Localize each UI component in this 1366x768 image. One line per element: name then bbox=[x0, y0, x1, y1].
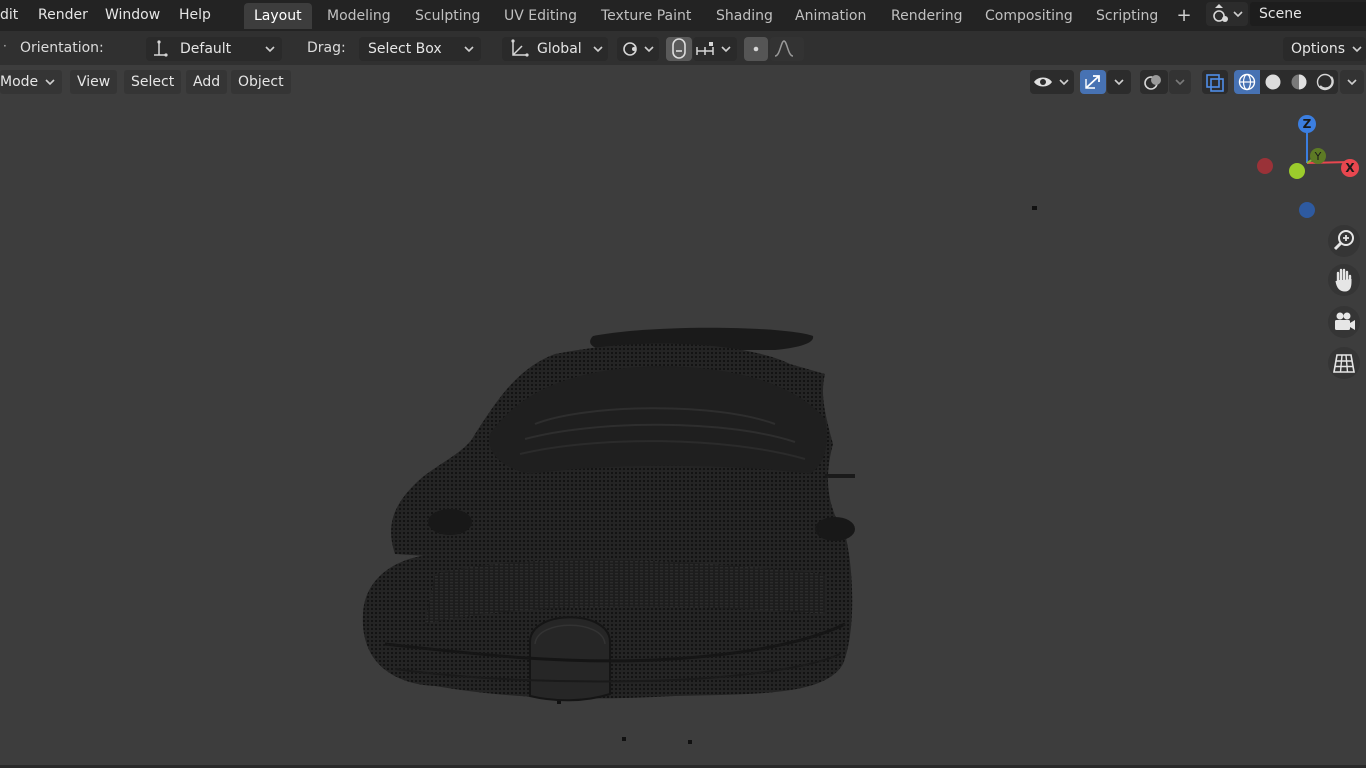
gizmo-dropdown[interactable] bbox=[1107, 70, 1131, 94]
z-axis-label: Z bbox=[1303, 117, 1312, 131]
tab-rendering[interactable]: Rendering bbox=[881, 3, 973, 29]
scene-selector-button[interactable] bbox=[1206, 2, 1248, 26]
orientation-label: Orientation: bbox=[20, 40, 104, 56]
y-axis-label: Y bbox=[1314, 150, 1322, 163]
chevron-down-icon bbox=[593, 46, 603, 53]
chevron-down-icon bbox=[1175, 79, 1185, 86]
add-workspace-button[interactable]: + bbox=[1174, 3, 1194, 29]
scene-name-field[interactable]: Scene bbox=[1250, 2, 1366, 26]
proportional-editing-toggle[interactable] bbox=[744, 37, 768, 61]
shading-mode-group bbox=[1234, 70, 1338, 94]
gizmo-toggle[interactable] bbox=[1080, 70, 1106, 94]
overlays-dropdown[interactable] bbox=[1169, 70, 1191, 94]
solid-sphere-icon bbox=[1265, 74, 1281, 90]
axes-icon bbox=[511, 39, 529, 57]
transform-orientation-value: Global bbox=[537, 41, 582, 57]
zoom-button[interactable] bbox=[1328, 225, 1360, 257]
drag-dropdown[interactable]: Select Box bbox=[359, 37, 481, 61]
link-icon bbox=[623, 42, 654, 56]
chevron-down-icon bbox=[1352, 46, 1362, 53]
shading-dropdown[interactable] bbox=[1340, 70, 1364, 94]
gizmo-icon bbox=[1085, 75, 1100, 89]
eye-icon bbox=[1034, 77, 1069, 87]
mode-dropdown[interactable]: Mode bbox=[0, 70, 62, 94]
tab-uv-editing[interactable]: UV Editing bbox=[494, 3, 587, 29]
menu-add[interactable]: Add bbox=[186, 70, 228, 94]
menu-help[interactable]: Help bbox=[179, 4, 211, 26]
chevron-down-icon bbox=[1114, 79, 1124, 86]
navigation-gizmo[interactable]: Y Z X bbox=[1246, 107, 1366, 227]
chevron-down-icon bbox=[1347, 79, 1357, 86]
tab-compositing[interactable]: Compositing bbox=[975, 3, 1083, 29]
stray-vertex bbox=[688, 740, 692, 744]
viewport-header: Mode View Select Add Object bbox=[0, 65, 1366, 99]
menu-edit[interactable]: dit bbox=[0, 4, 18, 26]
stray-vertex bbox=[622, 737, 626, 741]
drag-label: Drag: bbox=[307, 40, 346, 56]
wireframe-shading-button[interactable] bbox=[1234, 70, 1260, 94]
overlays-icon bbox=[1144, 75, 1161, 90]
snap-increment-icon bbox=[696, 42, 731, 55]
magnet-icon bbox=[672, 38, 686, 59]
rendered-shading-button[interactable] bbox=[1312, 70, 1338, 94]
menu-view[interactable]: View bbox=[70, 70, 118, 94]
material-sphere-icon bbox=[1291, 74, 1307, 90]
tab-sculpting[interactable]: Sculpting bbox=[405, 3, 490, 29]
pivot-icon bbox=[154, 40, 168, 57]
snap-target-dropdown[interactable] bbox=[693, 37, 737, 61]
wireframe-icon bbox=[1238, 73, 1256, 91]
grid-icon bbox=[1333, 354, 1355, 373]
orientation-value: Default bbox=[180, 41, 232, 57]
rendered-sphere-icon bbox=[1316, 73, 1334, 91]
camera-icon bbox=[1335, 312, 1355, 330]
tab-layout[interactable]: Layout bbox=[244, 3, 312, 29]
drag-value: Select Box bbox=[368, 41, 442, 57]
stray-vertex bbox=[1032, 206, 1037, 210]
options-label: Options bbox=[1291, 41, 1346, 57]
menu-window[interactable]: Window bbox=[105, 4, 160, 26]
tool-header: · Orientation: Default Drag: Select Box … bbox=[0, 31, 1366, 65]
menu-select[interactable]: Select bbox=[124, 70, 182, 94]
3d-viewport[interactable]: Y Z X bbox=[0, 99, 1366, 768]
dot-icon bbox=[753, 46, 759, 52]
neg-z-axis-handle[interactable] bbox=[1299, 202, 1315, 218]
x-axis-label: X bbox=[1345, 161, 1355, 175]
menu-object[interactable]: Object bbox=[231, 70, 291, 94]
orientation-dropdown[interactable]: Default bbox=[146, 37, 282, 61]
car-mesh bbox=[362, 327, 855, 702]
topbar: dit Render Window Help Layout Modeling S… bbox=[0, 0, 1366, 31]
tab-scripting[interactable]: Scripting bbox=[1086, 3, 1168, 29]
overlays-toggle[interactable] bbox=[1140, 70, 1168, 94]
mode-label: Mode bbox=[0, 74, 39, 90]
solid-shading-button[interactable] bbox=[1260, 70, 1286, 94]
options-dropdown[interactable]: Options bbox=[1283, 37, 1366, 61]
tab-animation[interactable]: Animation bbox=[785, 3, 876, 29]
tab-shading[interactable]: Shading bbox=[706, 3, 783, 29]
pan-button[interactable] bbox=[1328, 264, 1360, 296]
ortho-toggle-button[interactable] bbox=[1328, 347, 1360, 379]
xray-toggle[interactable] bbox=[1202, 70, 1228, 94]
tab-modeling[interactable]: Modeling bbox=[317, 3, 401, 29]
tab-texture-paint[interactable]: Texture Paint bbox=[591, 3, 701, 29]
pivot-point-button[interactable] bbox=[617, 37, 659, 61]
proportional-falloff-button[interactable] bbox=[770, 37, 804, 61]
chevron-down-icon bbox=[45, 79, 55, 86]
proportional-falloff-icon bbox=[774, 40, 794, 57]
zoom-icon bbox=[1333, 230, 1354, 251]
xray-icon bbox=[1206, 74, 1224, 92]
visibility-dropdown[interactable] bbox=[1030, 70, 1074, 94]
material-shading-button[interactable] bbox=[1286, 70, 1312, 94]
snap-toggle[interactable] bbox=[666, 37, 692, 61]
collapse-dot: · bbox=[3, 39, 7, 53]
hand-icon bbox=[1335, 268, 1352, 292]
chevron-down-icon bbox=[265, 46, 275, 53]
neg-x-axis-handle[interactable] bbox=[1257, 158, 1273, 174]
chevron-down-icon bbox=[464, 46, 474, 53]
transform-orientation-dropdown[interactable]: Global bbox=[502, 37, 608, 61]
neg-y-axis-handle[interactable] bbox=[1289, 163, 1305, 179]
scene-icon bbox=[1213, 4, 1243, 22]
menu-render[interactable]: Render bbox=[38, 4, 88, 26]
camera-view-button[interactable] bbox=[1328, 306, 1360, 338]
